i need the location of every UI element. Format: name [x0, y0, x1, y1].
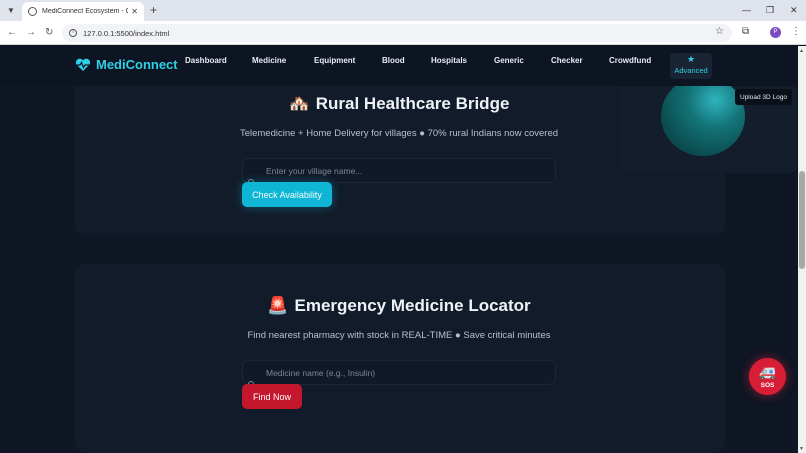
forward-arrow-icon[interactable]: →: [26, 26, 36, 40]
village-name-input[interactable]: Enter your village name...: [242, 158, 556, 183]
browser-toolbar: ← → ↻ i 127.0.0.1:5500/index.html ☆ ⧉ P …: [0, 21, 806, 45]
emergency-title: 🚨 Emergency Medicine Locator: [267, 296, 531, 315]
globe-icon: [28, 7, 37, 16]
sos-label: SOS: [760, 382, 775, 389]
nav-crowdfund[interactable]: Crowdfund: [609, 56, 651, 65]
tab-close-icon[interactable]: ✕: [131, 7, 138, 16]
page-viewport: 🏘️ Rural Healthcare Bridge Telemedicine +…: [0, 46, 798, 453]
sos-button[interactable]: 🚑 SOS: [749, 358, 786, 395]
page-scrollbar[interactable]: ▲ ▼: [798, 46, 806, 453]
village-icon: 🏘️: [288, 94, 310, 113]
emergency-subtitle: Find nearest pharmacy with stock in REAL…: [247, 330, 551, 341]
restore-button[interactable]: ❐: [766, 3, 774, 17]
nav-dashboard[interactable]: Dashboard: [185, 56, 227, 65]
tab-search-icon[interactable]: ▼: [4, 3, 18, 17]
minimize-button[interactable]: —: [742, 3, 751, 17]
3d-logo-sphere[interactable]: [661, 76, 745, 156]
star-icon: ★: [686, 54, 696, 64]
nav-hospitals[interactable]: Hospitals: [431, 56, 467, 65]
brand-logo[interactable]: MediConnect: [75, 57, 178, 72]
nav-blood[interactable]: Blood: [382, 56, 405, 65]
back-arrow-icon[interactable]: ←: [7, 26, 17, 40]
find-now-button[interactable]: Find Now: [242, 384, 302, 409]
emergency-locator-section: [75, 264, 725, 453]
nav-generic[interactable]: Generic: [494, 56, 524, 65]
extensions-icon[interactable]: ⧉: [742, 26, 749, 37]
siren-icon: 🚨: [267, 296, 289, 315]
new-tab-button[interactable]: +: [150, 3, 157, 17]
advanced-label: Advanced: [674, 66, 708, 75]
ambulance-icon: 🚑: [758, 364, 777, 380]
nav-checker[interactable]: Checker: [551, 56, 583, 65]
nav-medicine[interactable]: Medicine: [252, 56, 286, 65]
scroll-down-icon[interactable]: ▼: [799, 446, 804, 452]
url-text: 127.0.0.1:5500/index.html: [83, 28, 170, 38]
nav-equipment[interactable]: Equipment: [314, 56, 355, 65]
window-close-button[interactable]: ✕: [790, 3, 798, 17]
nav-advanced[interactable]: ★ Advanced: [670, 53, 712, 79]
scrollbar-thumb[interactable]: [799, 171, 805, 269]
browser-menu-icon[interactable]: ⋮: [791, 26, 801, 37]
profile-avatar[interactable]: P: [770, 27, 781, 38]
medicine-name-input[interactable]: Medicine name (e.g., Insulin): [242, 360, 556, 385]
address-bar[interactable]: i 127.0.0.1:5500/index.html ☆: [62, 24, 732, 42]
upload-3d-logo-button[interactable]: Upload 3D Logo: [735, 89, 792, 105]
browser-tab-bar: ▼ MediConnect Ecosystem - Con ✕ + — ❐ ✕: [0, 0, 806, 21]
heartbeat-icon: [75, 58, 91, 71]
bookmark-star-icon[interactable]: ☆: [715, 26, 724, 37]
check-availability-button[interactable]: Check Availability: [242, 182, 332, 207]
reload-icon[interactable]: ↻: [45, 26, 53, 40]
scroll-up-icon[interactable]: ▲: [799, 48, 804, 54]
browser-tab[interactable]: MediConnect Ecosystem - Con ✕: [22, 2, 144, 21]
tab-title: MediConnect Ecosystem - Con: [42, 8, 129, 15]
site-navbar: MediConnect Dashboard Medicine Equipment…: [0, 46, 798, 86]
brand-name: MediConnect: [96, 57, 178, 72]
site-info-icon[interactable]: i: [69, 29, 77, 37]
